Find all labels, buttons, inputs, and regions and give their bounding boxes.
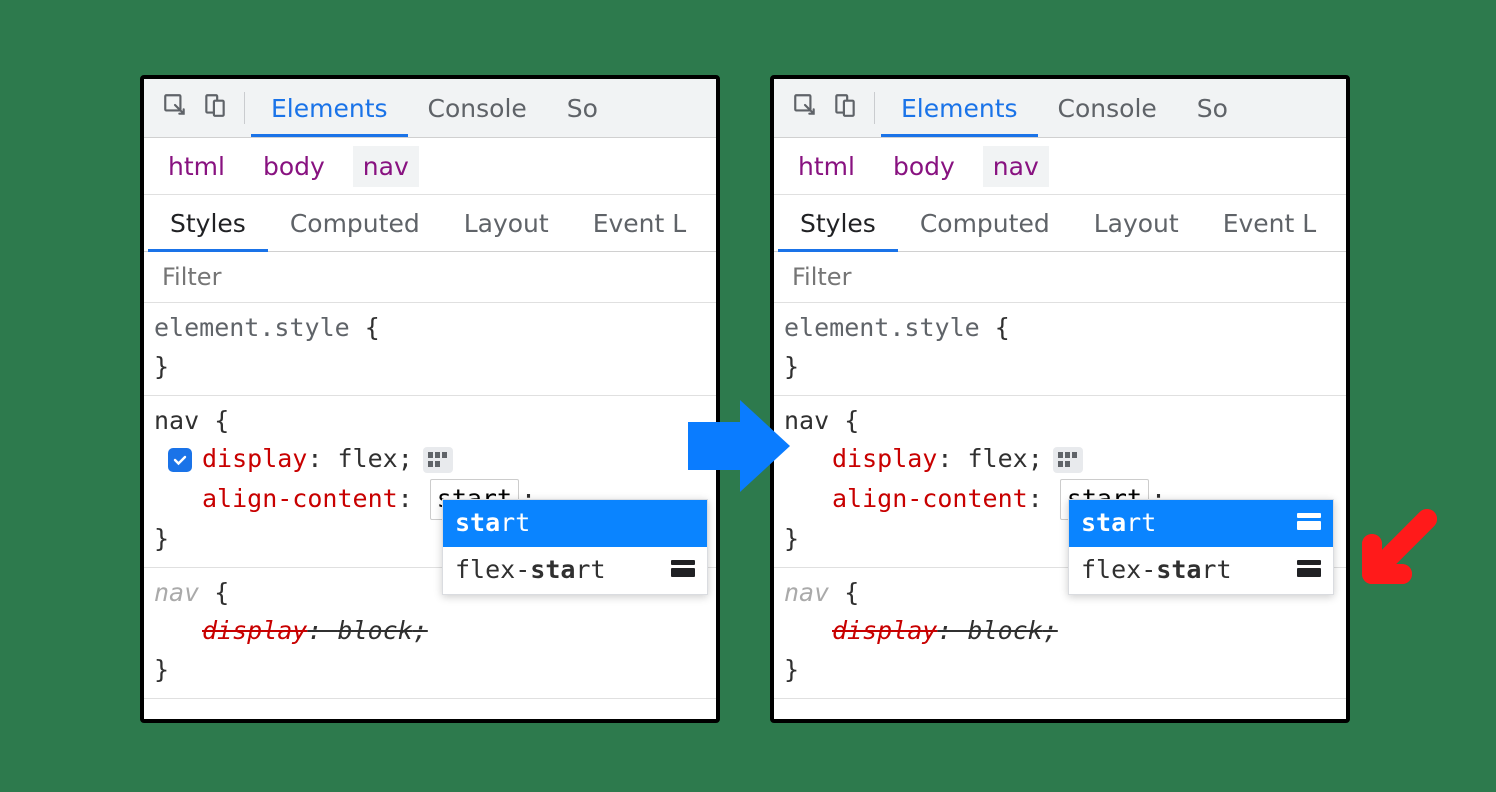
breadcrumb: html body nav [774, 138, 1346, 195]
crumb-nav[interactable]: nav [353, 146, 419, 187]
prop-display-name[interactable]: display [202, 440, 307, 479]
crumb-html[interactable]: html [788, 146, 865, 187]
styles-body: element.style { } nav { display: flex; a… [144, 303, 716, 699]
crumb-nav[interactable]: nav [983, 146, 1049, 187]
sub-tab-computed[interactable]: Computed [898, 195, 1072, 252]
tab-console[interactable]: Console [408, 80, 547, 137]
inspect-icon[interactable] [792, 92, 818, 124]
callout-arrow-icon [1342, 504, 1442, 608]
sub-tab-styles[interactable]: Styles [778, 195, 898, 252]
prop-display-value[interactable]: flex [337, 440, 397, 479]
sub-tab-computed[interactable]: Computed [268, 195, 442, 252]
styles-sub-tabs: Styles Computed Layout Event L [774, 195, 1346, 252]
filter-row [774, 252, 1346, 303]
sub-tab-styles[interactable]: Styles [148, 195, 268, 252]
crumb-body[interactable]: body [883, 146, 965, 187]
sub-tab-layout[interactable]: Layout [1072, 195, 1201, 252]
crumb-html[interactable]: html [158, 146, 235, 187]
tab-elements[interactable]: Elements [251, 80, 408, 137]
justify-start-icon [1297, 513, 1321, 533]
selector-element-style: element.style { [154, 313, 380, 342]
sub-tab-event-partial[interactable]: Event L [571, 195, 709, 252]
prop-display-name[interactable]: display [832, 440, 937, 479]
devtools-top-tabs: Elements Console So [774, 79, 1346, 138]
filter-input[interactable] [160, 262, 700, 292]
flexbox-editor-icon[interactable] [423, 447, 453, 473]
element-style-rule[interactable]: element.style { } [774, 303, 1346, 396]
autocomplete-item-start[interactable]: start [1069, 500, 1333, 547]
flexbox-editor-icon[interactable] [1053, 447, 1083, 473]
selector-element-style: element.style { [784, 313, 1010, 342]
prop-display-overridden-value[interactable]: block [337, 612, 412, 651]
prop-display-overridden-name[interactable]: display [202, 612, 307, 651]
device-toggle-icon[interactable] [832, 92, 858, 124]
tab-elements[interactable]: Elements [881, 80, 1038, 137]
tab-sources-partial[interactable]: So [547, 80, 618, 137]
selector-nav-overridden: nav { [154, 578, 229, 607]
styles-sub-tabs: Styles Computed Layout Event L [144, 195, 716, 252]
justify-start-icon [671, 560, 695, 580]
divider [244, 92, 245, 124]
autocomplete-item-flex-start[interactable]: flex-start [443, 547, 707, 594]
inspect-icon[interactable] [162, 92, 188, 124]
justify-start-icon [1297, 560, 1321, 580]
selector-nav-overridden: nav { [784, 578, 859, 607]
autocomplete-popup: start flex-start [1068, 499, 1334, 595]
checkmark-icon[interactable] [168, 448, 192, 472]
breadcrumb: html body nav [144, 138, 716, 195]
filter-row [144, 252, 716, 303]
devtools-panel-before: Elements Console So html body nav Styles… [140, 75, 720, 723]
prop-align-content-name[interactable]: align-content [832, 480, 1028, 519]
prop-display-overridden-value[interactable]: block [967, 612, 1042, 651]
sub-tab-event-partial[interactable]: Event L [1201, 195, 1339, 252]
selector-nav: nav { [784, 406, 859, 435]
divider [874, 92, 875, 124]
autocomplete-item-flex-start[interactable]: flex-start [1069, 547, 1333, 594]
selector-nav: nav { [154, 406, 229, 435]
prop-display-overridden-name[interactable]: display [832, 612, 937, 651]
tab-console[interactable]: Console [1038, 80, 1177, 137]
sub-tab-layout[interactable]: Layout [442, 195, 571, 252]
devtools-top-tabs: Elements Console So [144, 79, 716, 138]
autocomplete-popup: start flex-start [442, 499, 708, 595]
devtools-panel-after: Elements Console So html body nav Styles… [770, 75, 1350, 723]
prop-display-value[interactable]: flex [967, 440, 1027, 479]
tab-sources-partial[interactable]: So [1177, 80, 1248, 137]
filter-input[interactable] [790, 262, 1330, 292]
device-toggle-icon[interactable] [202, 92, 228, 124]
styles-body: element.style { } nav { display: flex; a… [774, 303, 1346, 699]
element-style-rule[interactable]: element.style { } [144, 303, 716, 396]
autocomplete-item-start[interactable]: start [443, 500, 707, 547]
crumb-body[interactable]: body [253, 146, 335, 187]
prop-align-content-name[interactable]: align-content [202, 480, 398, 519]
